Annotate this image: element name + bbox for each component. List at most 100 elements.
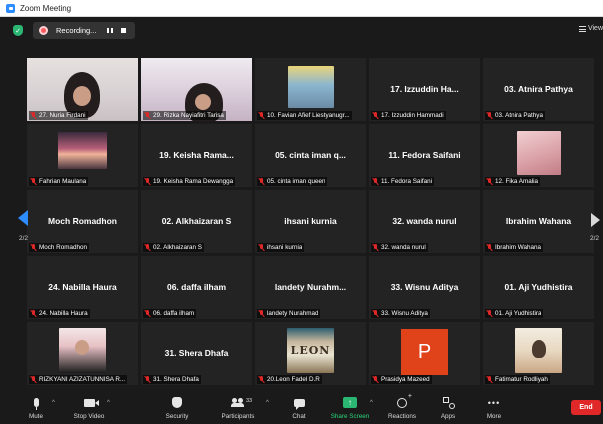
previous-page-arrow-icon[interactable] — [18, 210, 28, 226]
profile-picture: LEON — [287, 328, 334, 373]
participant-tile[interactable]: P Prasidya Mazeed — [369, 322, 480, 385]
end-meeting-button[interactable]: End — [571, 400, 601, 415]
participant-name-title: 31. Shera Dhafa — [164, 348, 229, 358]
participant-name-title: 33. Wisnu Aditya — [390, 282, 459, 292]
mic-muted-icon — [373, 178, 378, 185]
participant-tile[interactable]: 17. Izzuddin Ha... 17. Izzuddin Hammadi — [369, 58, 480, 121]
chat-button[interactable]: Chat — [287, 395, 311, 424]
participant-tile[interactable]: landety Nurahm... landety Nurahmad — [255, 256, 366, 319]
pause-recording-icon[interactable] — [107, 28, 113, 33]
participant-tile[interactable]: 03. Atnira Pathya 03. Atnira Pathya — [483, 58, 594, 121]
participant-tile[interactable]: Fahrian Maulana — [27, 124, 138, 187]
participant-name-label: 32. wanda nurul — [371, 243, 428, 252]
mic-muted-icon — [259, 178, 264, 185]
profile-picture — [288, 66, 334, 108]
profile-picture — [58, 132, 107, 169]
leon-picture-text: LEON — [290, 344, 331, 357]
mic-muted-icon — [373, 244, 378, 251]
participant-name-label: Fatimatur Rodliyah — [485, 375, 550, 384]
mic-muted-icon — [373, 376, 378, 383]
participant-name-label: 31. Shera Dhafa — [143, 375, 201, 384]
participant-tile[interactable]: 12. Fika Amalia — [483, 124, 594, 187]
participant-tile[interactable]: RIZKYANI AZIZATUNNISA R... — [27, 322, 138, 385]
mic-muted-icon — [487, 310, 492, 317]
participant-name-label: 12. Fika Amalia — [485, 177, 541, 186]
mic-muted-icon — [259, 112, 264, 119]
participant-tile[interactable]: 33. Wisnu Aditya 33. Wisnu Aditya — [369, 256, 480, 319]
video-camera-icon — [83, 398, 99, 407]
participant-name-title: 03. Atnira Pathya — [504, 84, 573, 94]
participant-name-title: 01. Aji Yudhistira — [504, 282, 573, 292]
participant-name-label: 06. daffa ilham — [143, 309, 197, 318]
participant-tile[interactable]: 19. Keisha Rama... 19. Keisha Rama Dewan… — [141, 124, 252, 187]
stop-recording-icon[interactable] — [121, 28, 126, 33]
participant-tile[interactable]: 02. Alkhaizaran S 02. Alkhaizaran S — [141, 190, 252, 253]
participant-name-title: 05. cinta iman q... — [275, 150, 346, 160]
participant-tile[interactable]: 01. Aji Yudhistira 01. Aji Yudhistira — [483, 256, 594, 319]
participant-tile[interactable]: 32. wanda nurul 32. wanda nurul — [369, 190, 480, 253]
participant-name-label: 33. Wisnu Aditya — [371, 309, 430, 318]
participant-name-label: 27. Nuria Firdani — [29, 111, 88, 120]
participant-name-label: 11. Fedora Saifani — [371, 177, 434, 186]
participant-count: 33 — [246, 398, 253, 404]
share-screen-icon: ↑ — [343, 397, 357, 408]
record-dot-icon — [39, 26, 48, 35]
participant-name-title: 19. Keisha Rama... — [159, 150, 234, 160]
participant-tile[interactable]: 27. Nuria Firdani — [27, 58, 138, 121]
participant-tile[interactable]: 31. Shera Dhafa 31. Shera Dhafa — [141, 322, 252, 385]
participants-button[interactable]: 33 Participants — [218, 395, 258, 424]
apps-button[interactable]: Apps — [436, 395, 460, 424]
security-shield-icon — [172, 397, 182, 408]
stop-video-button[interactable]: Stop Video — [70, 395, 108, 424]
view-grid-icon — [578, 25, 586, 32]
apps-icon — [442, 397, 455, 409]
mic-muted-icon — [31, 244, 36, 251]
video-options-caret[interactable]: ^ — [107, 400, 110, 406]
more-button[interactable]: ••• More — [482, 395, 506, 424]
meeting-toolbar: Mute ^ Stop Video ^ Security 33 Particip… — [0, 393, 603, 424]
mic-muted-icon — [145, 112, 150, 119]
participants-options-caret[interactable]: ^ — [266, 400, 269, 406]
participant-name-label: 20.Leon Fadel D.R — [257, 375, 322, 384]
participant-tile[interactable]: ihsani kurnia ihsani kurnia — [255, 190, 366, 253]
participant-name-label: 19. Keisha Rama Dewangga — [143, 177, 236, 186]
participant-tile[interactable]: 10. Favian Afief Liestyanugr... — [255, 58, 366, 121]
mic-muted-icon — [31, 376, 36, 383]
reactions-button[interactable]: Reactions — [385, 393, 419, 424]
participant-tile[interactable]: 29. Rizka Nayiafitri Tarisa — [141, 58, 252, 121]
participant-tile[interactable]: LEON 20.Leon Fadel D.R — [255, 322, 366, 385]
participant-tile[interactable]: 05. cinta iman q... 05. cinta iman queen — [255, 124, 366, 187]
view-button[interactable]: View — [578, 25, 603, 32]
participant-name-title: 02. Alkhaizaran S — [161, 216, 232, 226]
participant-name-label: 02. Alkhaizaran S — [143, 243, 205, 252]
mic-muted-icon — [373, 310, 378, 317]
participant-tile[interactable]: Moch Romadhon Moch Romadhon — [27, 190, 138, 253]
next-page-arrow-icon[interactable] — [591, 213, 600, 227]
participant-name-label: 03. Atnira Pathya — [485, 111, 545, 120]
participant-tile[interactable]: Fatimatur Rodliyah — [483, 322, 594, 385]
participant-tile[interactable]: 11. Fedora Saifani 11. Fedora Saifani — [369, 124, 480, 187]
zoom-meeting-window: Zoom Meeting ✓ Recording... View 27. Nur… — [0, 0, 603, 424]
mic-muted-icon — [487, 178, 492, 185]
mic-muted-icon — [259, 310, 264, 317]
participant-tile[interactable]: 24. Nabilla Haura 24. Nabilla Haura — [27, 256, 138, 319]
participant-name-title: 06. daffa ilham — [166, 282, 227, 292]
encryption-shield-icon[interactable]: ✓ — [13, 25, 23, 36]
mute-button[interactable]: Mute — [22, 395, 50, 424]
participant-tile[interactable]: Ibrahim Wahana Ibrahim Wahana — [483, 190, 594, 253]
share-screen-button[interactable]: ↑ Share Screen — [329, 395, 371, 424]
security-button[interactable]: Security — [163, 395, 191, 424]
mic-muted-icon — [145, 376, 150, 383]
participant-name-label: 05. cinta iman queen — [257, 177, 328, 186]
participant-name-title: landety Nurahm... — [274, 282, 347, 292]
avatar: P — [401, 329, 448, 375]
mic-muted-icon — [487, 112, 492, 119]
mic-muted-icon — [487, 244, 492, 251]
participant-tile[interactable]: 06. daffa ilham 06. daffa ilham — [141, 256, 252, 319]
participant-name-label: landety Nurahmad — [257, 309, 321, 318]
view-label: View — [587, 25, 603, 32]
mic-muted-icon — [487, 376, 492, 383]
share-options-caret[interactable]: ^ — [370, 400, 373, 406]
audio-options-caret[interactable]: ^ — [52, 400, 55, 406]
page-indicator-right: 2/2 — [590, 235, 600, 242]
